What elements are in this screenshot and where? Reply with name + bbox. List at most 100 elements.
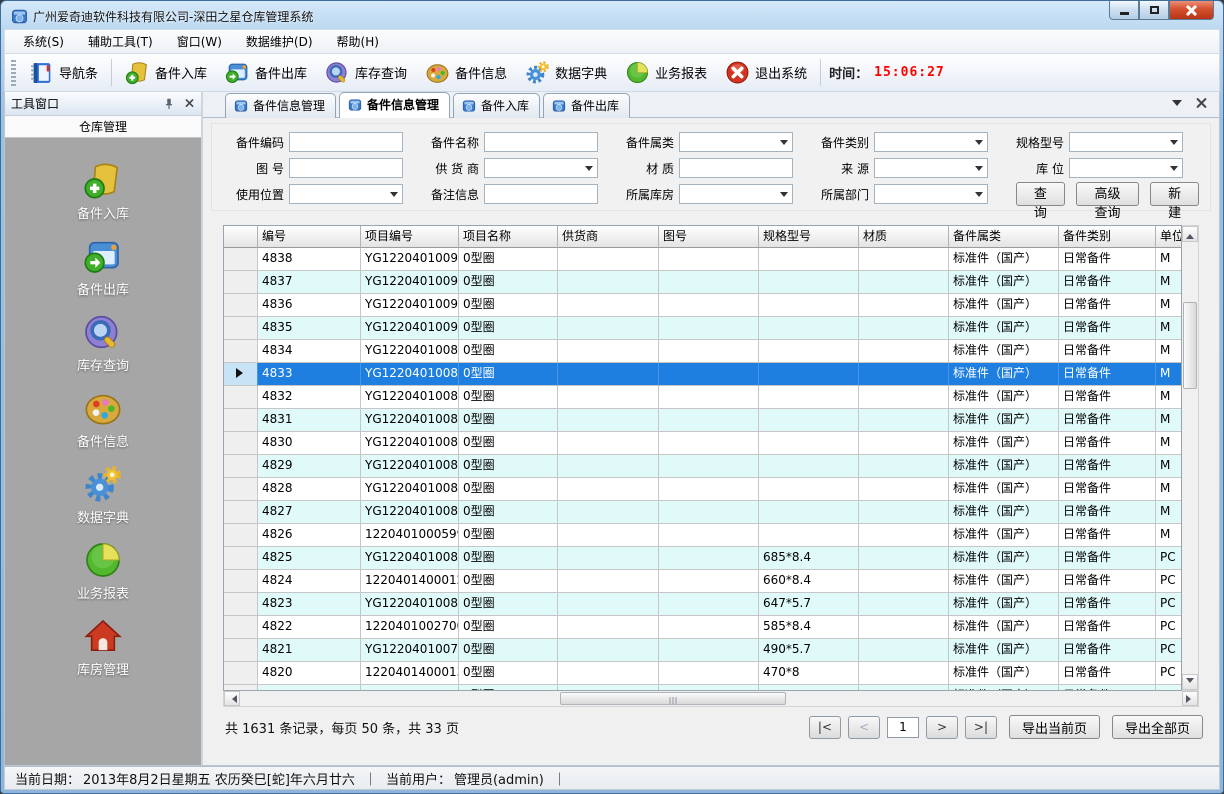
table-row[interactable]: 482612204010005990型圈标准件（国产）日常备件M [224, 524, 1181, 547]
search-select-r3c1[interactable] [289, 184, 403, 204]
search-field-r2c3[interactable] [679, 158, 793, 178]
table-row[interactable]: 482212204010027000型圈585*8.4标准件（国产）日常备件PC [224, 616, 1181, 639]
table-row[interactable]: 4821YG122040100790型圈490*5.7标准件（国产）日常备件PC [224, 639, 1181, 662]
sidebar-item-parts-in[interactable]: 备件入库 [77, 160, 129, 222]
column-header-10[interactable]: 单位 [1156, 226, 1182, 248]
table-row[interactable]: 4828YG122040100830型圈标准件（国产）日常备件M [224, 478, 1181, 501]
tab-3[interactable]: 备件入库 [453, 93, 540, 118]
toolbar-stock-query-button[interactable]: 库存查询 [316, 56, 416, 89]
horizontal-scroll-thumb[interactable] [560, 692, 786, 705]
scroll-left-button[interactable] [224, 691, 240, 706]
search-select-r1c3[interactable] [679, 132, 793, 152]
cell: M [1156, 271, 1182, 294]
search-field-r2c1[interactable] [289, 158, 403, 178]
horizontal-scroll-track[interactable] [240, 691, 1182, 706]
minimize-button[interactable] [1109, 1, 1139, 20]
search-select-r3c3[interactable] [679, 184, 793, 204]
sidebar-item-house[interactable]: 库房管理 [77, 616, 129, 678]
sidebar-close-icon[interactable] [185, 99, 194, 108]
search-field-r1c2[interactable] [484, 132, 598, 152]
tab-list-chevron-down-icon[interactable] [1172, 100, 1182, 111]
menu-item-5[interactable]: 帮助(H) [325, 29, 391, 54]
search-select-r2c4[interactable] [874, 158, 988, 178]
search-select-r2c2[interactable] [484, 158, 598, 178]
table-row[interactable]: 4834YG122040100890型圈标准件（国产）日常备件M [224, 340, 1181, 363]
column-header-8[interactable]: 备件属类 [949, 226, 1059, 248]
toolbar-parts-out-button[interactable]: 备件出库 [216, 56, 316, 89]
pin-icon[interactable] [162, 97, 176, 111]
cell: PC [1156, 593, 1182, 616]
page-number-input[interactable] [887, 717, 919, 738]
tab-label: 备件信息管理 [253, 97, 325, 114]
tab-close-icon[interactable] [1196, 98, 1207, 109]
maximize-button[interactable] [1139, 1, 1169, 20]
table-row[interactable]: 4836YG122040100910型圈标准件（国产）日常备件M [224, 294, 1181, 317]
search-field-r3c2[interactable] [484, 184, 598, 204]
new-button[interactable]: 新建 [1150, 182, 1199, 206]
vertical-scroll-thumb[interactable] [1183, 302, 1197, 388]
cell: 490*5.7 [759, 639, 859, 662]
column-header-2[interactable]: 项目编号 [361, 226, 459, 248]
tab-4[interactable]: 备件出库 [543, 93, 630, 118]
sidebar-item-data-dict[interactable]: 数据字典 [77, 464, 129, 526]
column-header-4[interactable]: 供货商 [558, 226, 659, 248]
table-row[interactable]: 482012204014000130型圈470*8标准件（国产）日常备件PC [224, 662, 1181, 685]
advanced-query-button[interactable]: 高级查询 [1076, 182, 1140, 206]
search-select-r1c5[interactable] [1069, 132, 1183, 152]
table-row[interactable]: 4837YG122040100920型圈标准件（国产）日常备件M [224, 271, 1181, 294]
next-page-button[interactable]: > [926, 716, 958, 739]
toolbar-parts-info-button[interactable]: 备件信息 [416, 56, 516, 89]
table-row[interactable]: 4829YG122040100840型圈标准件（国产）日常备件M [224, 455, 1181, 478]
menu-item-1[interactable]: 系统(S) [11, 29, 76, 54]
last-page-button[interactable]: >| [965, 716, 997, 739]
query-button[interactable]: 查询 [1016, 182, 1065, 206]
export-current-page-button[interactable]: 导出当前页 [1009, 715, 1100, 739]
toolbar-exit-button[interactable]: 退出系统 [716, 56, 816, 89]
sidebar-item-report[interactable]: 业务报表 [77, 540, 129, 602]
scroll-down-button[interactable] [1182, 674, 1198, 690]
toolbar-parts-in-button[interactable]: 备件入库 [116, 56, 216, 89]
sidebar-item-parts-info[interactable]: 备件信息 [77, 388, 129, 450]
prev-page-button[interactable]: < [848, 716, 880, 739]
table-row[interactable]: 4833YG122040100880型圈标准件（国产）日常备件M [224, 363, 1181, 386]
table-row[interactable]: 482412204014000120型圈660*8.4标准件（国产）日常备件PC [224, 570, 1181, 593]
toolbar-report-button[interactable]: 业务报表 [616, 56, 716, 89]
horizontal-scrollbar[interactable] [223, 691, 1199, 707]
status-separator: ｜ [364, 769, 377, 788]
scroll-up-button[interactable] [1182, 226, 1198, 242]
column-header-9[interactable]: 备件类别 [1059, 226, 1156, 248]
first-page-button[interactable]: |< [809, 716, 841, 739]
sidebar-item-parts-out[interactable]: 备件出库 [77, 236, 129, 298]
column-header-6[interactable]: 规格型号 [759, 226, 859, 248]
column-header-7[interactable]: 材质 [859, 226, 949, 248]
vertical-scrollbar[interactable] [1182, 225, 1199, 691]
vertical-scroll-track[interactable] [1182, 242, 1198, 674]
menu-item-2[interactable]: 辅助工具(T) [76, 29, 165, 54]
table-row[interactable]: 4831YG122040100860型圈标准件（国产）日常备件M [224, 409, 1181, 432]
toolbar-data-dict-button[interactable]: 数据字典 [516, 56, 616, 89]
scroll-right-button[interactable] [1182, 691, 1198, 706]
table-row[interactable]: 4830YG122040100850型圈标准件（国产）日常备件M [224, 432, 1181, 455]
toolbar-book-button[interactable]: 导航条 [20, 56, 107, 89]
search-field-r1c1[interactable] [289, 132, 403, 152]
table-row[interactable]: 4825YG122040100810型圈685*8.4标准件（国产）日常备件PC [224, 547, 1181, 570]
export-all-pages-button[interactable]: 导出全部页 [1112, 715, 1203, 739]
close-button[interactable] [1169, 1, 1214, 20]
search-select-r2c5[interactable] [1069, 158, 1183, 178]
table-row[interactable]: 4832YG122040100870型圈标准件（国产）日常备件M [224, 386, 1181, 409]
search-select-r1c4[interactable] [874, 132, 988, 152]
search-select-r3c4[interactable] [874, 184, 988, 204]
column-header-5[interactable]: 图号 [659, 226, 759, 248]
sidebar-item-stock-query[interactable]: 库存查询 [77, 312, 129, 374]
cell: 470*8 [759, 662, 859, 685]
table-row[interactable]: 4835YG122040100900型圈标准件（国产）日常备件M [224, 317, 1181, 340]
menu-item-3[interactable]: 窗口(W) [165, 29, 234, 54]
tab-1[interactable]: 备件信息管理 [225, 93, 336, 118]
table-row[interactable]: 4838YG122040100930型圈标准件（国产）日常备件M [224, 248, 1181, 271]
menu-item-4[interactable]: 数据维护(D) [234, 29, 325, 54]
table-row[interactable]: 4823YG122040100800型圈647*5.7标准件（国产）日常备件PC [224, 593, 1181, 616]
column-header-1[interactable]: 编号 [258, 226, 361, 248]
table-row[interactable]: 4827YG122040100820型圈标准件（国产）日常备件M [224, 501, 1181, 524]
tab-2[interactable]: 备件信息管理 [339, 92, 450, 118]
column-header-3[interactable]: 项目名称 [459, 226, 558, 248]
